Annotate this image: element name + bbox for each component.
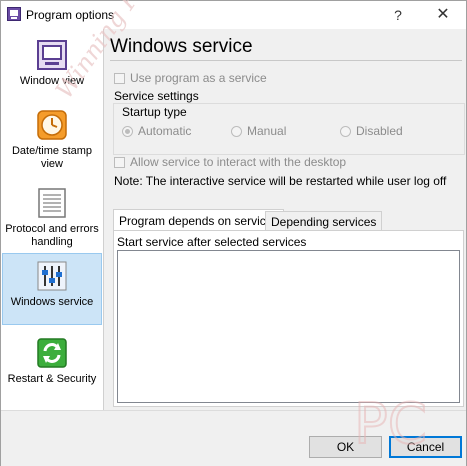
close-button[interactable]: ✕ (429, 4, 457, 26)
interactive-service-note: Note: The interactive service will be re… (114, 174, 447, 188)
checkbox-label: Use program as a service (130, 71, 267, 85)
sidebar-item-restart-security[interactable]: Restart & Security (2, 331, 102, 401)
radio-label: Disabled (356, 124, 403, 138)
sidebar-item-label: Date/time stamp view (11, 145, 93, 170)
radio-dot (231, 125, 242, 137)
refresh-icon (37, 338, 67, 368)
page-title: Windows service (110, 36, 253, 57)
panel-label: Start service after selected services (117, 235, 307, 249)
startup-manual-radio[interactable]: Manual (231, 124, 286, 138)
sidebar-item-label: Windows service (10, 296, 94, 308)
radio-label: Manual (247, 124, 287, 138)
sidebar-item-protocol-errors[interactable]: Protocol and errors handling (2, 181, 102, 249)
help-button[interactable]: ? (387, 4, 409, 26)
program-options-window: Program options ? ✕ Window view Date/tim… (0, 0, 467, 466)
startup-type-label: Startup type (122, 105, 187, 119)
checkbox-label: Allow service to interact with the deskt… (130, 155, 347, 169)
startup-automatic-radio[interactable]: Automatic (122, 124, 191, 138)
radio-dot (122, 125, 133, 137)
radio-label: Automatic (138, 124, 192, 138)
allow-interact-checkbox[interactable]: Allow service to interact with the deskt… (114, 155, 346, 169)
service-settings-label: Service settings (114, 89, 199, 103)
window-icon (37, 40, 67, 70)
sidebar-item-date-time-stamp-view[interactable]: Date/time stamp view (2, 103, 102, 175)
checkbox-box (114, 72, 125, 84)
content-panel: Windows service Use program as a service… (104, 29, 466, 410)
document-icon (38, 188, 66, 218)
tab-program-depends-on-services[interactable]: Program depends on services (113, 209, 285, 231)
pc-watermark-text: PC (354, 392, 427, 455)
sidebar-item-windows-service[interactable]: Windows service (2, 253, 102, 325)
title-divider (110, 60, 462, 61)
startup-disabled-radio[interactable]: Disabled (340, 124, 403, 138)
radio-dot (340, 125, 351, 137)
sidebar-item-label: Protocol and errors handling (5, 223, 99, 248)
sidebar-item-label: Restart & Security (7, 373, 97, 385)
app-icon (7, 7, 21, 21)
checkbox-box (114, 156, 125, 168)
clock-icon (37, 110, 67, 140)
use-as-service-checkbox[interactable]: Use program as a service (114, 71, 267, 85)
sliders-icon (37, 261, 67, 291)
title-bar: Program options ? ✕ (1, 1, 466, 29)
tab-depending-services[interactable]: Depending services (265, 211, 383, 231)
pc-watermark-logo: PC (353, 391, 428, 455)
